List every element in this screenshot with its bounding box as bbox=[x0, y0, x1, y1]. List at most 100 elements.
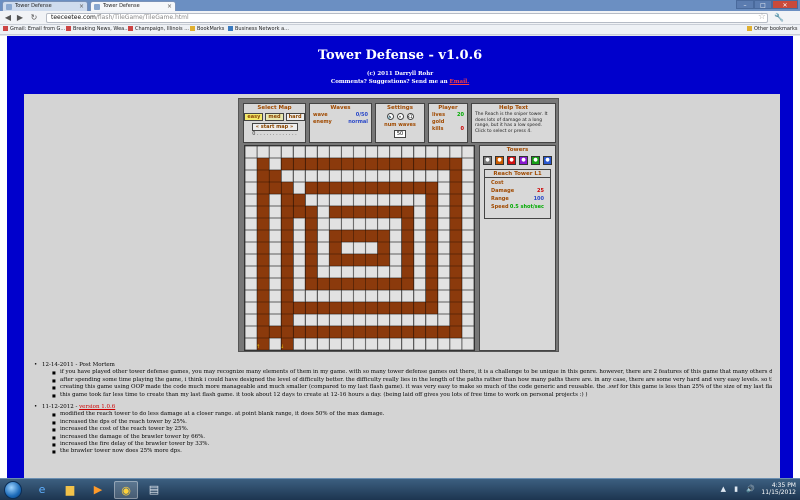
star-icon[interactable]: ☆ bbox=[758, 12, 766, 22]
buildable-tile[interactable] bbox=[245, 278, 257, 290]
bookmark-item[interactable]: Business Network a... bbox=[228, 25, 289, 34]
back-icon[interactable]: ◀ bbox=[3, 13, 13, 23]
buildable-tile[interactable] bbox=[401, 146, 414, 158]
buildable-tile[interactable] bbox=[245, 170, 257, 182]
buildable-tile[interactable] bbox=[413, 194, 426, 206]
tab-2[interactable]: Tower Defense × bbox=[90, 1, 176, 11]
buildable-tile[interactable] bbox=[462, 218, 474, 230]
buildable-tile[interactable] bbox=[389, 218, 402, 230]
buildable-tile[interactable] bbox=[293, 230, 306, 242]
speed-icon[interactable]: x1 bbox=[406, 113, 414, 120]
buildable-tile[interactable] bbox=[245, 314, 257, 326]
clock[interactable]: 4:35 PM 11/15/2012 bbox=[761, 482, 796, 496]
buildable-tile[interactable] bbox=[317, 218, 330, 230]
buildable-tile[interactable] bbox=[401, 314, 414, 326]
buildable-tile[interactable] bbox=[425, 170, 438, 182]
buildable-tile[interactable] bbox=[462, 326, 474, 338]
buildable-tile[interactable] bbox=[389, 194, 402, 206]
buildable-tile[interactable] bbox=[245, 302, 257, 314]
buildable-tile[interactable] bbox=[293, 338, 306, 350]
buildable-tile[interactable] bbox=[365, 218, 378, 230]
buildable-tile[interactable] bbox=[341, 170, 354, 182]
buildable-tile[interactable] bbox=[377, 290, 390, 302]
buildable-tile[interactable] bbox=[438, 338, 450, 350]
buildable-tile[interactable] bbox=[389, 254, 402, 266]
buildable-tile[interactable] bbox=[245, 338, 257, 350]
buildable-tile[interactable] bbox=[317, 290, 330, 302]
buildable-tile[interactable] bbox=[401, 194, 414, 206]
buildable-tile[interactable] bbox=[438, 206, 450, 218]
buildable-tile[interactable] bbox=[413, 242, 426, 254]
buildable-tile[interactable] bbox=[305, 194, 318, 206]
buildable-tile[interactable] bbox=[341, 290, 354, 302]
buildable-tile[interactable] bbox=[269, 146, 281, 158]
buildable-tile[interactable] bbox=[438, 218, 450, 230]
buildable-tile[interactable] bbox=[365, 338, 378, 350]
hard-button[interactable]: hard bbox=[285, 113, 305, 121]
url-input[interactable]: teeceetee.com/flash/TileGame/TileGame.ht… bbox=[46, 13, 768, 23]
buildable-tile[interactable] bbox=[317, 242, 330, 254]
tower-icon-5[interactable]: ● bbox=[531, 156, 540, 165]
buildable-tile[interactable] bbox=[413, 218, 426, 230]
tab-1[interactable]: Tower Defense × bbox=[2, 1, 88, 11]
bookmark-item[interactable]: Gmail: Email from G... bbox=[3, 25, 65, 34]
buildable-tile[interactable] bbox=[293, 170, 306, 182]
buildable-tile[interactable] bbox=[438, 242, 450, 254]
chrome-icon[interactable]: ◉ bbox=[114, 481, 138, 499]
ie-icon[interactable]: e bbox=[30, 481, 54, 499]
num-waves-input[interactable]: 50 bbox=[394, 130, 406, 138]
buildable-tile[interactable] bbox=[245, 266, 257, 278]
buildable-tile[interactable] bbox=[413, 170, 426, 182]
buildable-tile[interactable] bbox=[438, 146, 450, 158]
buildable-tile[interactable] bbox=[353, 194, 366, 206]
buildable-tile[interactable] bbox=[353, 314, 366, 326]
buildable-tile[interactable] bbox=[413, 314, 426, 326]
buildable-tile[interactable] bbox=[462, 278, 474, 290]
buildable-tile[interactable] bbox=[293, 242, 306, 254]
start-button[interactable] bbox=[4, 481, 22, 499]
buildable-tile[interactable] bbox=[365, 314, 378, 326]
start-map-button[interactable]: « start map » bbox=[251, 123, 298, 131]
buildable-tile[interactable] bbox=[462, 194, 474, 206]
easy-button[interactable]: easy bbox=[244, 113, 264, 121]
buildable-tile[interactable] bbox=[413, 254, 426, 266]
buildable-tile[interactable] bbox=[425, 338, 438, 350]
buildable-tile[interactable] bbox=[317, 230, 330, 242]
buildable-tile[interactable] bbox=[317, 194, 330, 206]
buildable-tile[interactable] bbox=[462, 230, 474, 242]
buildable-tile[interactable] bbox=[462, 182, 474, 194]
tower-icon-2[interactable]: ● bbox=[495, 156, 504, 165]
buildable-tile[interactable] bbox=[245, 194, 257, 206]
bookmark-item-other[interactable]: Other bookmarks bbox=[747, 25, 797, 34]
buildable-tile[interactable] bbox=[389, 146, 402, 158]
buildable-tile[interactable] bbox=[462, 290, 474, 302]
buildable-tile[interactable] bbox=[245, 326, 257, 338]
buildable-tile[interactable] bbox=[353, 146, 366, 158]
buildable-tile[interactable] bbox=[341, 146, 354, 158]
buildable-tile[interactable] bbox=[329, 290, 342, 302]
bookmark-item[interactable]: Breaking News, Wea... bbox=[66, 25, 129, 34]
buildable-tile[interactable] bbox=[462, 254, 474, 266]
buildable-tile[interactable] bbox=[245, 182, 257, 194]
buildable-tile[interactable] bbox=[293, 266, 306, 278]
buildable-tile[interactable] bbox=[389, 338, 402, 350]
buildable-tile[interactable] bbox=[462, 242, 474, 254]
buildable-tile[interactable] bbox=[401, 170, 414, 182]
sound-icon[interactable]: 🔈 bbox=[386, 113, 394, 120]
buildable-tile[interactable] bbox=[365, 266, 378, 278]
buildable-tile[interactable] bbox=[269, 314, 281, 326]
tower-icon-6[interactable]: ● bbox=[543, 156, 552, 165]
buildable-tile[interactable] bbox=[329, 266, 342, 278]
pause-icon[interactable]: ⏸ bbox=[396, 113, 404, 120]
buildable-tile[interactable] bbox=[293, 218, 306, 230]
buildable-tile[interactable] bbox=[462, 266, 474, 278]
buildable-tile[interactable] bbox=[269, 302, 281, 314]
buildable-tile[interactable] bbox=[341, 266, 354, 278]
buildable-tile[interactable] bbox=[293, 146, 306, 158]
buildable-tile[interactable] bbox=[305, 338, 318, 350]
buildable-tile[interactable] bbox=[353, 218, 366, 230]
buildable-tile[interactable] bbox=[413, 230, 426, 242]
buildable-tile[interactable] bbox=[365, 170, 378, 182]
buildable-tile[interactable] bbox=[305, 290, 318, 302]
buildable-tile[interactable] bbox=[317, 254, 330, 266]
